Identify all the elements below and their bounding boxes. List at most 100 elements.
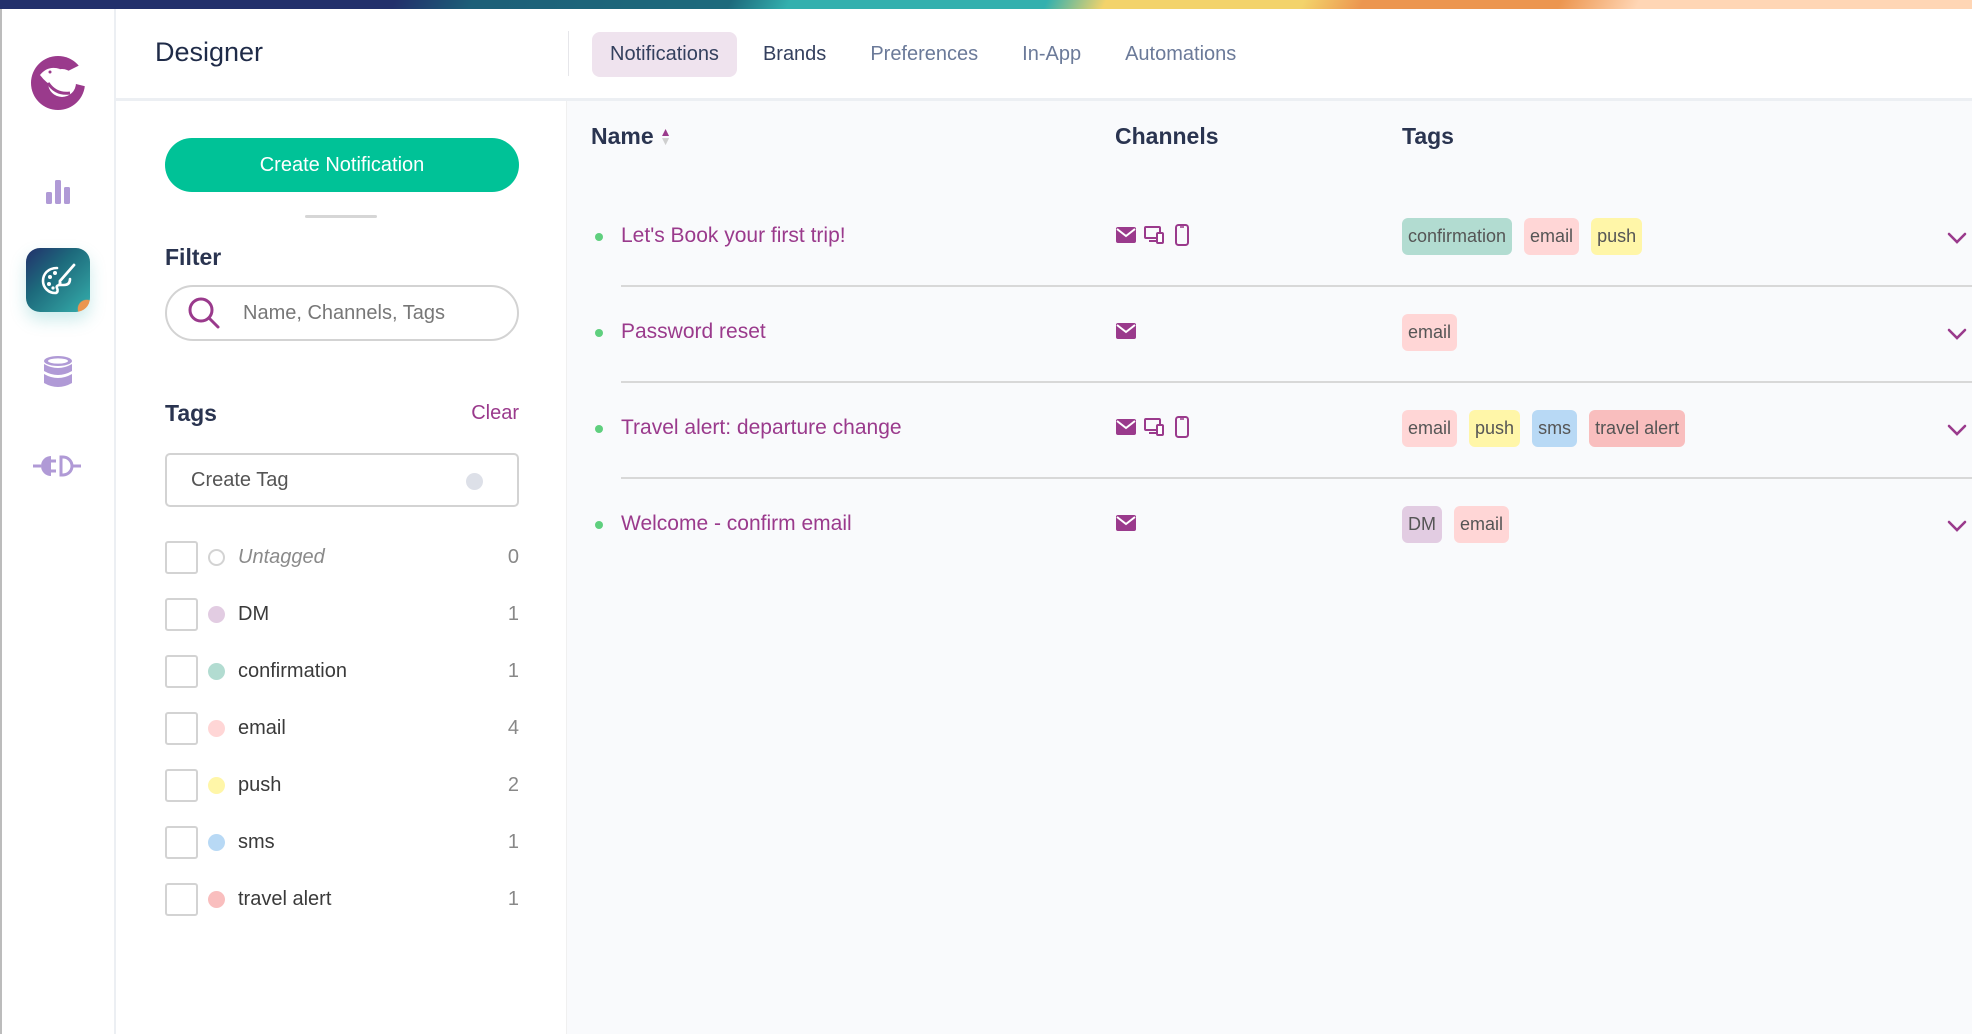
push-channel-icon [1144, 416, 1164, 438]
table-row[interactable]: Travel alert: departure change email push s… [567, 383, 1972, 479]
tag-badge: sms [1532, 410, 1578, 447]
tags-heading: Tags [165, 400, 217, 426]
status-indicator-icon [595, 521, 603, 529]
email-channel-icon [1116, 320, 1136, 342]
create-notification-button[interactable]: Create Notification [165, 138, 519, 192]
tag-color-dot-icon [208, 891, 225, 908]
search-field[interactable] [165, 285, 519, 341]
chevron-down-icon[interactable] [1944, 513, 1970, 539]
channel-list [1116, 224, 1192, 246]
search-input[interactable] [243, 301, 493, 325]
tag-checkbox[interactable] [165, 541, 198, 574]
tag-count: 0 [507, 546, 519, 568]
tag-name: Untagged [238, 546, 325, 568]
email-channel-icon [1116, 512, 1136, 534]
notifications-table: Name ▲ ▼ Channels Tags Let's Book your f… [567, 101, 1972, 1034]
chevron-down-icon[interactable] [1944, 417, 1970, 443]
tag-name: confirmation [238, 660, 347, 682]
tag-name: DM [238, 603, 270, 625]
header-divider [568, 31, 569, 76]
sort-icon[interactable]: ▲ ▼ [659, 126, 672, 148]
create-tag-input[interactable] [191, 468, 451, 492]
tag-badge: email [1454, 506, 1510, 543]
tag-color-dot-icon [208, 777, 225, 794]
tag-filter-item[interactable]: travel alert 1 [165, 871, 519, 928]
drag-handle [305, 215, 377, 218]
tag-badge: push [1591, 218, 1643, 255]
table-row[interactable]: Welcome - confirm email DM email [567, 479, 1972, 575]
tag-color-dot-icon [208, 606, 225, 623]
tag-badge: travel alert [1589, 410, 1686, 447]
notification-name-link[interactable]: Let's Book your first trip! [621, 224, 846, 248]
tag-checkbox[interactable] [165, 655, 198, 688]
database-icon[interactable] [40, 353, 76, 393]
tag-color-dot-icon [208, 549, 225, 566]
tab-brands[interactable]: Brands [745, 32, 844, 77]
tag-badge: email [1524, 218, 1580, 255]
tag-checkbox[interactable] [165, 712, 198, 745]
clear-tags-link[interactable]: Clear [471, 402, 519, 425]
tag-color-dot-icon [208, 720, 225, 737]
channel-list [1116, 512, 1136, 534]
sms-channel-icon [1172, 416, 1192, 438]
page-title: Designer [155, 37, 264, 67]
tag-checkbox[interactable] [165, 598, 198, 631]
tag-badge: confirmation [1402, 218, 1513, 255]
tag-badge: email [1402, 314, 1458, 351]
email-channel-icon [1116, 224, 1136, 246]
filter-heading: Filter [165, 244, 222, 270]
tag-count: 1 [507, 888, 519, 910]
tag-count: 2 [507, 774, 519, 796]
palette-icon[interactable] [26, 248, 90, 312]
tag-checkbox[interactable] [165, 883, 198, 916]
tag-count: 1 [507, 831, 519, 853]
tag-filter-item[interactable]: push 2 [165, 757, 519, 814]
bar-chart-icon[interactable] [40, 173, 76, 209]
tag-count: 4 [507, 717, 519, 739]
notification-name-link[interactable]: Travel alert: departure change [621, 416, 902, 440]
table-row[interactable]: Password reset email [567, 287, 1972, 383]
tag-filter-item[interactable]: confirmation 1 [165, 643, 519, 700]
table-body: Let's Book your first trip! confirmation e… [567, 191, 1972, 575]
tag-name: travel alert [238, 888, 332, 910]
chevron-down-icon[interactable] [1944, 225, 1970, 251]
app-rail [0, 9, 116, 1034]
create-tag-field[interactable] [165, 453, 519, 507]
tag-count: 1 [507, 603, 519, 625]
tag-count: 1 [507, 660, 519, 682]
tag-filter-item[interactable]: Untagged 0 [165, 529, 519, 586]
tag-filter-item[interactable]: DM 1 [165, 586, 519, 643]
tag-name: sms [238, 831, 275, 853]
notification-name-link[interactable]: Welcome - confirm email [621, 512, 852, 536]
tag-filter-item[interactable]: sms 1 [165, 814, 519, 871]
tag-filter-item[interactable]: email 4 [165, 700, 519, 757]
channel-list [1116, 416, 1192, 438]
table-row[interactable]: Let's Book your first trip! confirmation e… [567, 191, 1972, 287]
status-indicator-icon [595, 329, 603, 337]
tab-automations[interactable]: Automations [1107, 32, 1254, 77]
notification-name-link[interactable]: Password reset [621, 320, 766, 344]
plug-icon[interactable] [32, 451, 84, 481]
tag-name: push [238, 774, 282, 796]
tag-checkbox[interactable] [165, 769, 198, 802]
sms-channel-icon [1172, 224, 1192, 246]
status-indicator-icon [595, 233, 603, 241]
email-channel-icon [1116, 416, 1136, 438]
tab-notifications[interactable]: Notifications [592, 32, 737, 77]
tab-bar: Notifications Brands Preferences In-App … [592, 32, 1254, 77]
bird-logo-icon[interactable] [28, 53, 88, 113]
tag-color-picker[interactable] [466, 473, 483, 490]
sort-descending-icon: ▼ [659, 133, 672, 148]
tag-badge: push [1469, 410, 1521, 447]
tag-list: email push sms travel alert [1402, 410, 1686, 447]
tag-filter-list: Untagged 0 DM 1 confirmation 1 email 4 push 2 sms 1… [165, 529, 519, 928]
chevron-down-icon[interactable] [1944, 321, 1970, 347]
column-header-name-label: Name [591, 123, 654, 149]
brand-gradient-bar [0, 0, 1972, 9]
tag-badge: DM [1402, 506, 1442, 543]
tab-in-app[interactable]: In-App [1004, 32, 1099, 77]
tag-checkbox[interactable] [165, 826, 198, 859]
status-indicator-icon [595, 425, 603, 433]
column-header-name[interactable]: Name ▲ ▼ [591, 123, 672, 150]
tab-preferences[interactable]: Preferences [852, 32, 996, 77]
